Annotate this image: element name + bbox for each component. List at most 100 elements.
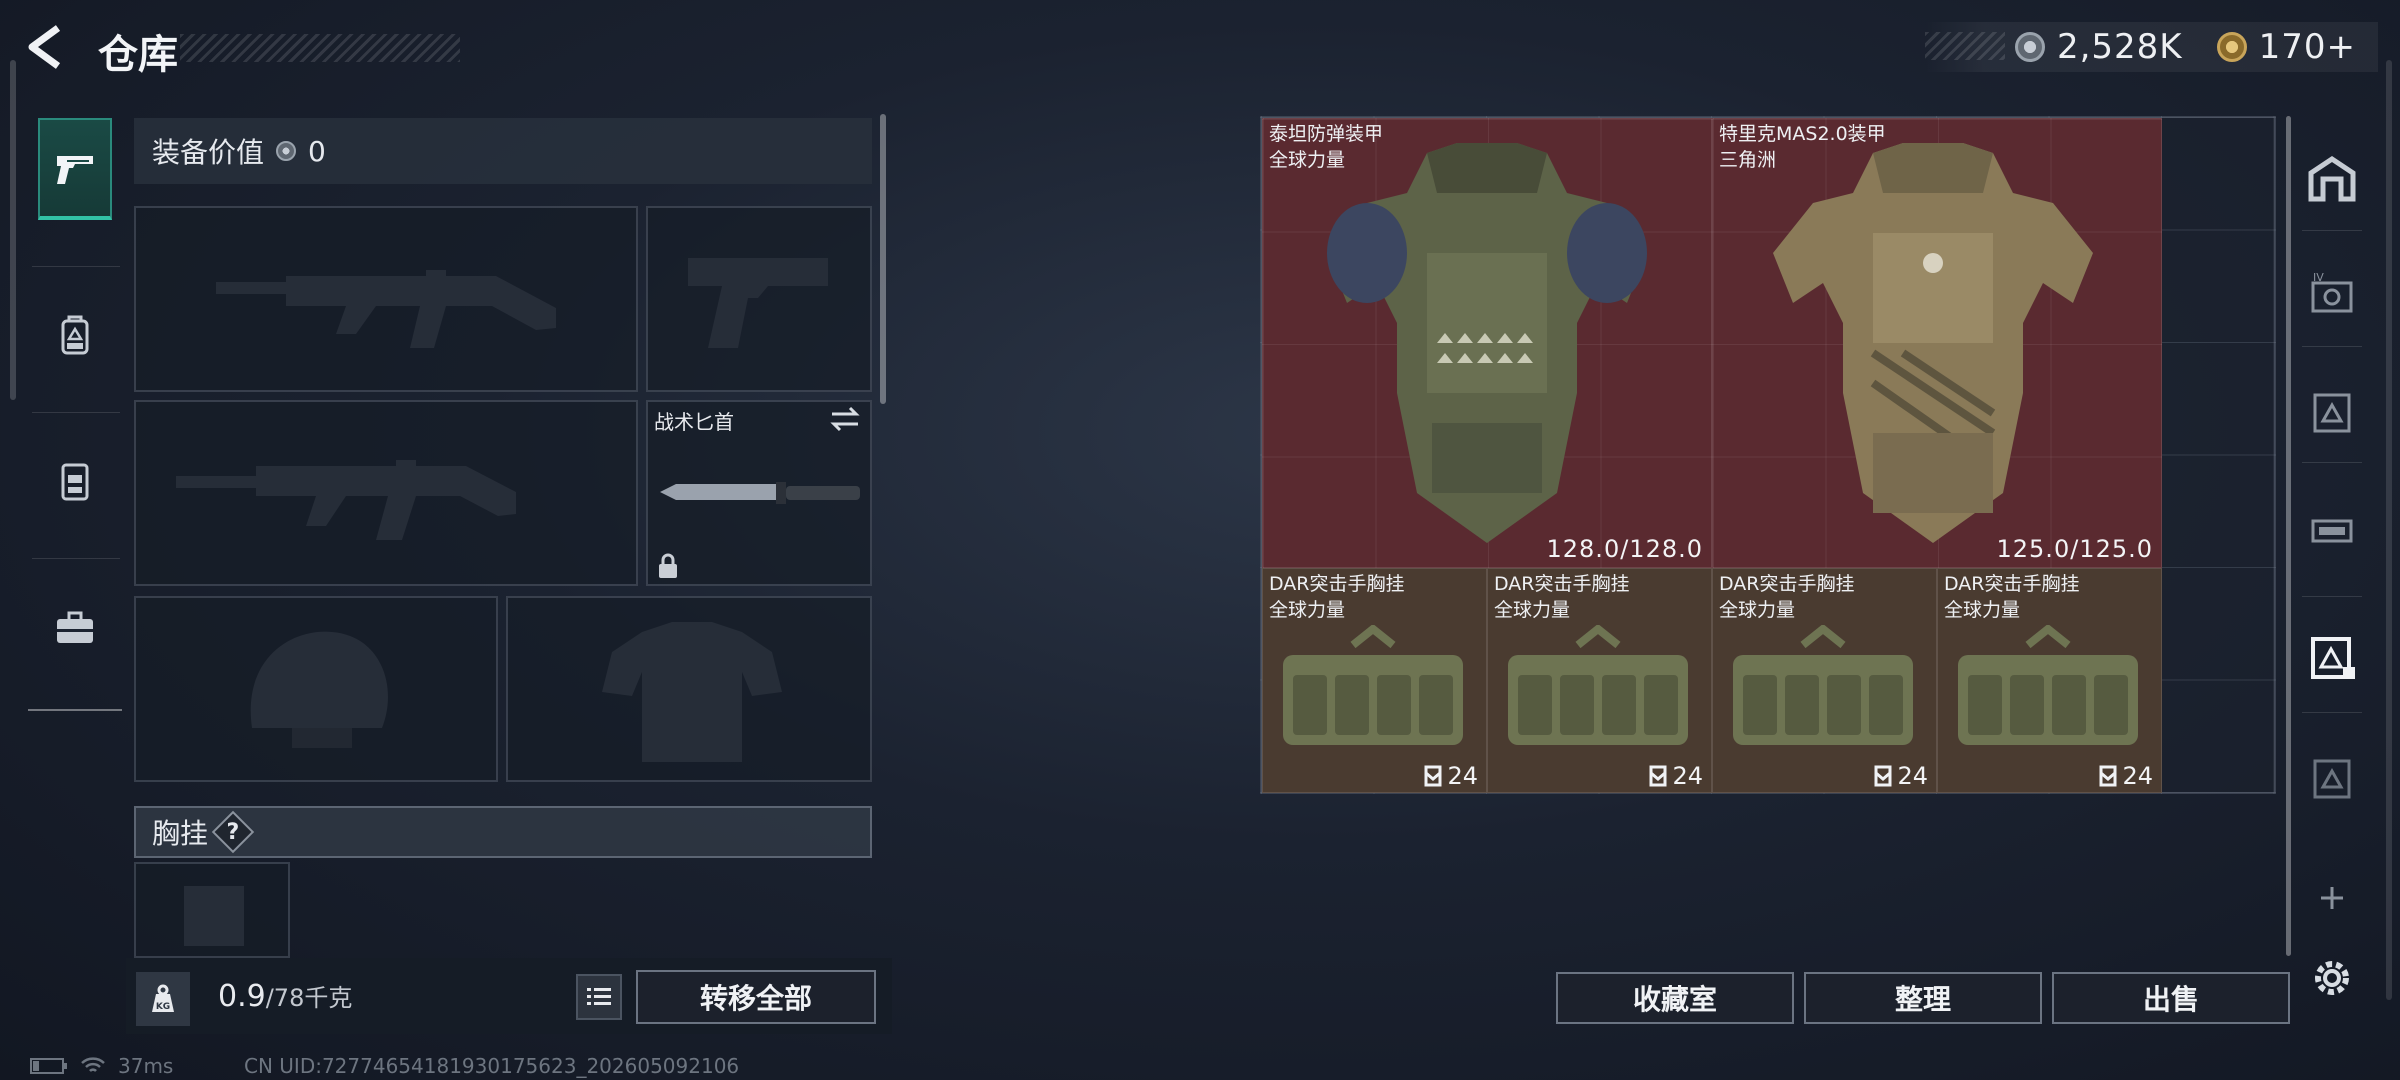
rifle-silhouette-icon (176, 460, 516, 540)
gold-currency-value[interactable]: 170+ (2259, 27, 2356, 67)
stash-tab-tier3-a[interactable] (2300, 380, 2364, 444)
tier4-box-icon: IV (2311, 271, 2353, 313)
stash-tab-tier3-c[interactable] (2300, 746, 2364, 810)
stash-tab-tier4[interactable]: IV (2300, 262, 2364, 326)
body-armor-slot[interactable] (506, 596, 872, 782)
chest-rig-section-header: 胸挂 ? (134, 806, 872, 858)
secondary-weapon-slot[interactable] (646, 206, 872, 392)
knife-slot[interactable]: 战术匕首 (646, 400, 872, 586)
chest-rig-item-icon (1508, 625, 1688, 745)
silver-coin-icon (276, 141, 297, 161)
swap-icon[interactable] (828, 406, 862, 432)
stash-item-armor[interactable]: 泰坦防弹装甲 全球力量 128.0/128.0 (1262, 118, 1712, 568)
chest-rig-item-icon (1958, 625, 2138, 745)
tier3-box-icon (2313, 393, 2351, 433)
tab-separator (32, 266, 120, 267)
capacity-icon (1874, 765, 1892, 787)
helmet-slot[interactable] (134, 596, 498, 782)
armor-silhouette-icon (602, 622, 782, 762)
list-icon (587, 988, 611, 1005)
tab-chest-rig[interactable] (38, 430, 112, 532)
item-capacity: 24 (1423, 762, 1478, 790)
capacity-icon (1424, 765, 1442, 787)
helmet-silhouette-icon (250, 631, 388, 748)
item-capacity: 24 (1873, 762, 1928, 790)
back-arrow-icon[interactable] (22, 22, 72, 72)
tab-bottom-line (28, 709, 122, 711)
item-name: DAR突击手胸挂 (1944, 573, 2080, 595)
svg-text:KG: KG (156, 1002, 170, 1012)
knife-icon (660, 482, 860, 504)
item-capacity: 24 (1648, 762, 1703, 790)
page-title: 仓库 (98, 32, 178, 78)
capacity-icon (1649, 765, 1667, 787)
equipment-value-label: 装备价值 (152, 136, 265, 169)
chest-rig-slot[interactable] (134, 862, 290, 958)
primary-weapon-slot[interactable] (134, 206, 638, 392)
battery-icon (30, 1058, 67, 1074)
stash-grid[interactable]: 泰坦防弹装甲 全球力量 128.0/128.0 特里克MAS2.0装甲 三角洲 (1260, 116, 2276, 794)
weight-current: 0.9 (218, 979, 266, 1014)
sell-button[interactable]: 出售 (2052, 972, 2290, 1024)
equipment-scrollbar[interactable] (880, 114, 886, 404)
collection-room-button[interactable]: 收藏室 (1556, 972, 1794, 1024)
lock-icon (659, 553, 677, 578)
help-icon[interactable]: ? (211, 810, 255, 854)
add-stash-button[interactable] (2300, 866, 2364, 930)
stash-tab-tier3-selected[interactable] (2300, 626, 2364, 690)
item-name: DAR突击手胸挂 (1269, 573, 1405, 595)
tab-briefcase[interactable] (38, 576, 112, 678)
stash-item-chest-rig[interactable]: DAR突击手胸挂 全球力量 24 (1262, 568, 1487, 793)
chest-rig-item-icon (1283, 625, 1463, 745)
right-scroll-rail (2386, 60, 2392, 1000)
tab-separator (32, 412, 120, 413)
tab-backpack[interactable] (38, 284, 112, 386)
equipment-value: 0 (308, 134, 326, 168)
tier3-box-selected-icon (2311, 637, 2355, 679)
building-icon (2308, 155, 2356, 202)
chest-rig-item-icon (1733, 625, 1913, 745)
list-view-button[interactable] (576, 974, 622, 1020)
status-bar: 37ms (30, 1054, 173, 1078)
item-faction: 全球力量 (1719, 599, 1796, 621)
silver-currency-value: 2,528K (2056, 27, 2183, 67)
stash-item-chest-rig[interactable]: DAR突击手胸挂 全球力量 24 (1937, 568, 2162, 793)
chest-rig-silhouette-icon (184, 886, 244, 946)
left-scroll-rail (10, 60, 16, 400)
pistol-silhouette-icon (688, 258, 828, 348)
stash-item-chest-rig[interactable]: DAR突击手胸挂 全球力量 24 (1712, 568, 1937, 793)
tab-separator (2302, 712, 2362, 713)
secondary-rifle-slot[interactable] (134, 400, 638, 586)
rifle-silhouette-icon (216, 270, 556, 348)
stash-tab-main[interactable] (2300, 146, 2364, 210)
item-faction: 全球力量 (1494, 599, 1571, 621)
backpack-icon (61, 315, 89, 355)
organize-button[interactable]: 整理 (1804, 972, 2042, 1024)
tab-separator (32, 558, 120, 559)
weight-max: /78千克 (265, 984, 353, 1012)
transfer-all-button[interactable]: 转移全部 (636, 970, 876, 1024)
item-name: DAR突击手胸挂 (1494, 573, 1630, 595)
stash-scrollbar[interactable] (2286, 116, 2291, 956)
item-capacity: 24 (2098, 762, 2153, 790)
svg-text:IV: IV (2313, 271, 2324, 284)
add-icon (2321, 887, 2343, 909)
tier3-box-icon-2 (2313, 759, 2351, 799)
item-faction: 全球力量 (1944, 599, 2021, 621)
settings-icon (2315, 961, 2349, 995)
weight-readout: 0.9/78千克 (218, 978, 352, 1014)
wifi-icon (81, 1057, 105, 1072)
tab-separator (2302, 596, 2362, 597)
stash-item-armor[interactable]: 特里克MAS2.0装甲 三角洲 125.0/125.0 (1712, 118, 2162, 568)
item-faction: 全球力量 (1269, 599, 1346, 621)
tier3-rack-icon (2311, 519, 2353, 543)
briefcase-icon (57, 611, 93, 643)
stash-tab-tier3-b[interactable] (2300, 496, 2364, 560)
ping-value: 37ms (118, 1054, 174, 1078)
user-uid: CN UID:7277465418193017​5623_20260509210… (244, 1054, 740, 1078)
settings-button[interactable] (2300, 946, 2364, 1010)
tab-weapons[interactable] (38, 118, 112, 220)
item-durability: 125.0/125.0 (1996, 535, 2153, 563)
stash-item-chest-rig[interactable]: DAR突击手胸挂 全球力量 24 (1487, 568, 1712, 793)
chest-rig-section-label: 胸挂 (152, 817, 209, 850)
